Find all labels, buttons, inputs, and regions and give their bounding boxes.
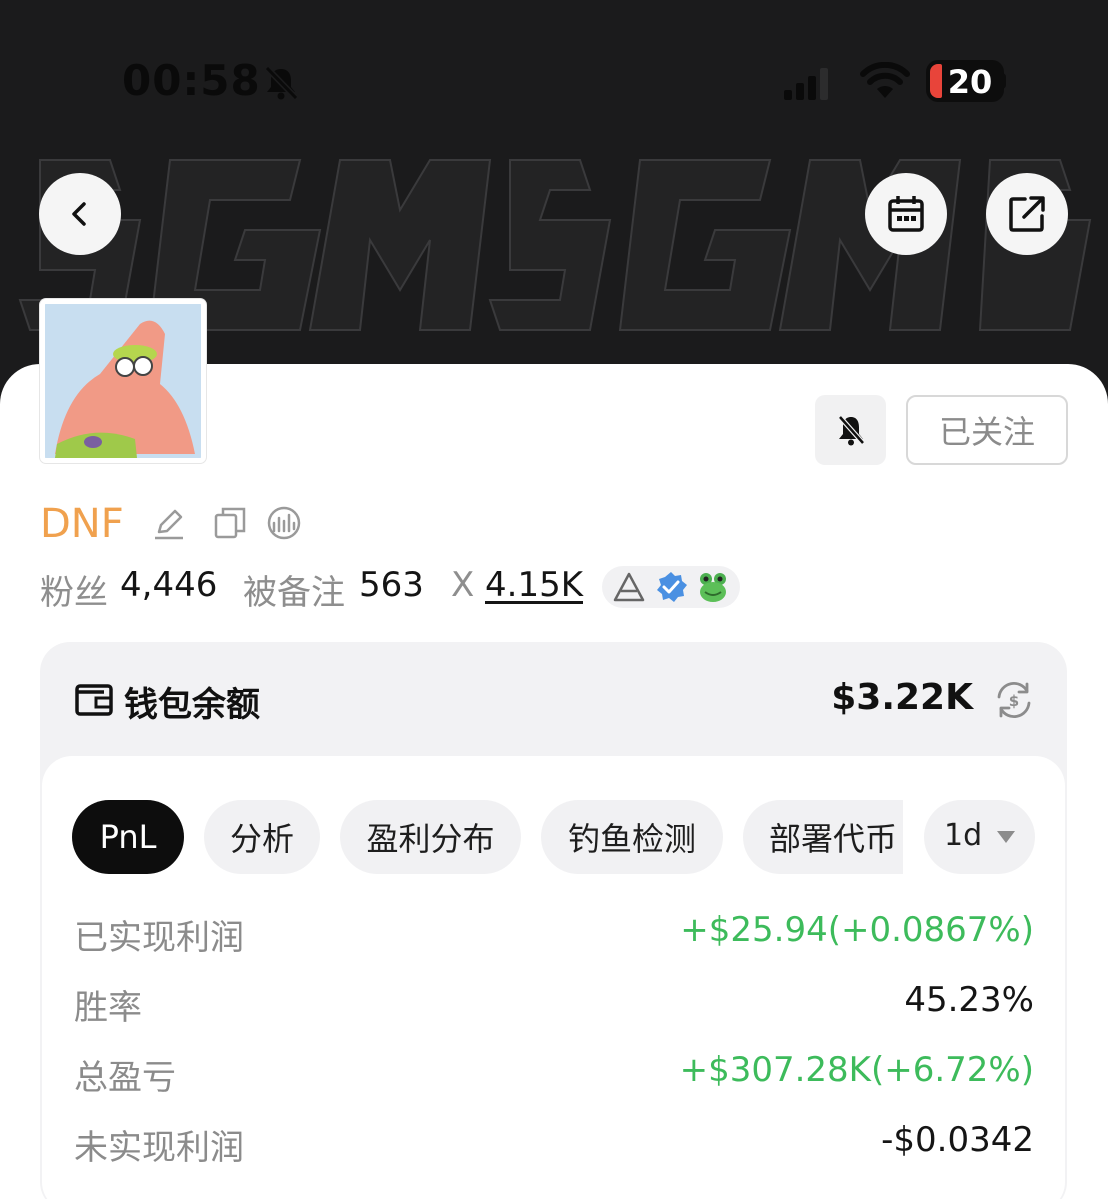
followers-label: 粉丝 [40, 573, 108, 613]
battery-percent: 20 [947, 63, 993, 101]
wallet-balance: $3.22K [831, 677, 973, 718]
chart-link-icon[interactable] [266, 505, 302, 541]
share-button[interactable] [986, 173, 1068, 255]
stat-label: 未实现利润 [74, 1128, 244, 1168]
tab-phishing-check[interactable]: 钓鱼检测 [541, 800, 723, 874]
avatar-image [45, 304, 201, 458]
wallet-card: 钱包余额 $3.22K $ PnL 分析 盈利分布 钓鱼检测 部署代币 1d 已… [40, 642, 1067, 1199]
stat-label: 已实现利润 [74, 918, 244, 958]
badge-group[interactable] [602, 566, 740, 608]
silent-bell-icon [264, 65, 299, 101]
tab-pnl[interactable]: PnL [72, 800, 184, 874]
currency-swap-icon[interactable]: $ [993, 679, 1035, 721]
mute-notifications-button[interactable] [815, 395, 886, 465]
stat-row-total-pnl: 总盈亏 +$307.28K(+6.72%) [74, 1050, 1034, 1100]
wallet-stats-panel: PnL 分析 盈利分布 钓鱼检测 部署代币 1d 已实现利润 +$25.94(+… [42, 756, 1065, 1199]
frog-badge-icon [700, 573, 726, 602]
profile-name: DNF [40, 501, 124, 547]
chevron-left-icon [72, 202, 86, 226]
x-followers-link[interactable]: 4.15K [485, 565, 583, 605]
following-button[interactable]: 已关注 [906, 395, 1068, 465]
stat-row-unrealized-profit: 未实现利润 -$0.0342 [74, 1120, 1034, 1170]
stat-value: +$307.28K(+6.72%) [679, 1050, 1034, 1090]
status-time: 00:58 [122, 56, 261, 105]
signal-icon [784, 68, 828, 100]
stat-label: 总盈亏 [74, 1058, 176, 1098]
period-selector[interactable]: 1d [924, 800, 1035, 874]
avatar[interactable] [40, 299, 206, 463]
bell-slash-icon [837, 415, 865, 446]
battery-indicator: 20 [926, 60, 1006, 102]
triangle-badge-icon [613, 572, 645, 602]
verified-badge-icon [657, 572, 687, 602]
stat-row-win-rate: 胜率 45.23% [74, 980, 1034, 1030]
tab-deployed-tokens[interactable]: 部署代币 [743, 800, 903, 874]
stat-value: 45.23% [904, 980, 1034, 1020]
svg-text:$: $ [1009, 692, 1019, 710]
back-button[interactable] [39, 173, 121, 255]
copy-icon[interactable] [212, 505, 248, 541]
status-bar: 00:58 20 [0, 40, 1108, 124]
stat-row-realized-profit: 已实现利润 +$25.94(+0.0867%) [74, 910, 1034, 960]
battery-cap [1000, 73, 1006, 89]
followers-count[interactable]: 4,446 [120, 565, 217, 605]
period-label: 1d [944, 818, 983, 853]
pencil-icon[interactable] [151, 505, 187, 541]
noted-count[interactable]: 563 [359, 565, 424, 605]
caret-down-icon [997, 831, 1015, 843]
wifi-icon [860, 62, 910, 98]
tab-profit-distribution[interactable]: 盈利分布 [340, 800, 521, 874]
stat-value: -$0.0342 [881, 1120, 1034, 1160]
share-icon [1009, 196, 1045, 232]
wallet-icon [75, 684, 113, 716]
calendar-button[interactable] [865, 173, 947, 255]
calendar-icon [888, 196, 924, 232]
noted-label: 被备注 [243, 573, 345, 613]
stat-value: +$25.94(+0.0867%) [680, 910, 1034, 950]
wallet-title: 钱包余额 [124, 685, 260, 725]
stat-label: 胜率 [74, 988, 142, 1028]
x-label: X [451, 565, 475, 605]
tab-analysis[interactable]: 分析 [204, 800, 320, 874]
